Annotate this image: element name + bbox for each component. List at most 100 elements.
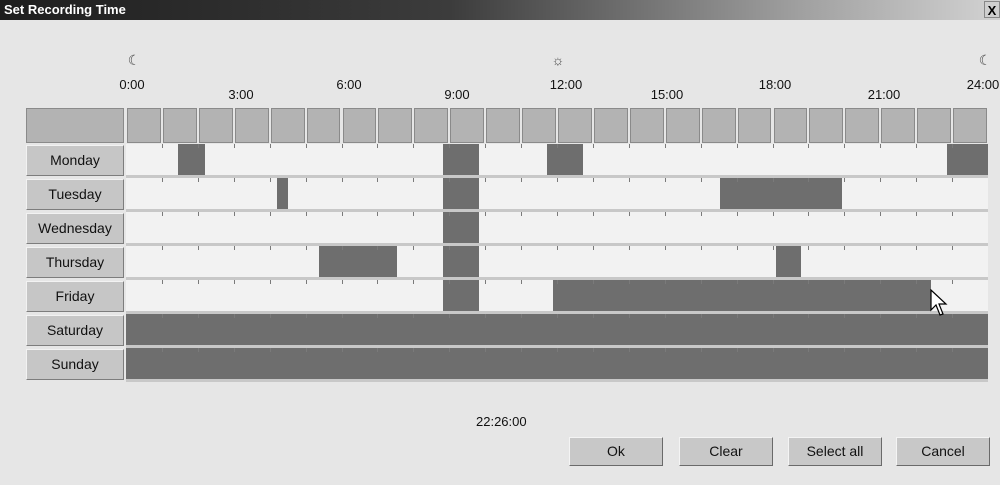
hour-column-header[interactable] — [306, 108, 341, 143]
hour-column-header[interactable] — [629, 108, 664, 143]
hour-tick — [197, 314, 199, 318]
hour-tick — [736, 178, 738, 182]
hour-column-header[interactable] — [701, 108, 736, 143]
recording-block[interactable] — [443, 280, 480, 311]
hour-column-header[interactable] — [593, 108, 628, 143]
hour-tick — [557, 212, 558, 216]
recording-block[interactable] — [178, 144, 206, 175]
hour-tick — [880, 348, 882, 352]
clear-button[interactable]: Clear — [679, 437, 773, 466]
hour-tick — [736, 280, 738, 284]
hour-tick — [772, 178, 774, 182]
day-schedule-row[interactable] — [126, 280, 988, 314]
hour-tick — [341, 280, 343, 284]
day-button-friday[interactable]: Friday — [26, 281, 124, 312]
recording-block[interactable] — [443, 144, 480, 175]
recording-block[interactable] — [443, 178, 480, 209]
hour-tick — [449, 314, 451, 318]
day-button-wednesday[interactable]: Wednesday — [26, 213, 124, 244]
recording-block[interactable] — [547, 144, 584, 175]
time-label: 15:00 — [650, 87, 684, 102]
time-label: 3:00 — [228, 87, 254, 102]
close-button[interactable]: X — [984, 1, 1000, 18]
hour-tick — [161, 246, 163, 250]
day-button-thursday[interactable]: Thursday — [26, 247, 124, 278]
hour-column-header[interactable] — [486, 108, 521, 143]
recording-block[interactable] — [719, 178, 842, 209]
ok-button[interactable]: Ok — [569, 437, 663, 466]
hour-tick — [808, 246, 810, 250]
hour-column-header[interactable] — [234, 108, 269, 143]
hour-tick — [700, 246, 702, 250]
hour-tick — [772, 348, 774, 352]
hour-column-header[interactable] — [378, 108, 413, 143]
hour-tick — [772, 280, 774, 284]
hour-tick — [161, 314, 163, 318]
hour-tick — [485, 144, 487, 148]
hour-tick — [341, 212, 343, 216]
hour-tick — [197, 178, 199, 182]
recording-block[interactable] — [276, 178, 288, 209]
day-button-sunday[interactable]: Sunday — [26, 349, 124, 380]
recording-block[interactable] — [776, 246, 802, 277]
hour-tick — [592, 280, 594, 284]
hour-tick — [413, 280, 415, 284]
hour-tick — [377, 144, 379, 148]
hour-column-header[interactable] — [773, 108, 808, 143]
hour-tick — [952, 280, 954, 284]
day-schedule-row[interactable] — [126, 246, 988, 280]
recording-block[interactable] — [126, 314, 988, 345]
day-schedule-row[interactable] — [126, 314, 988, 348]
hour-tick — [844, 314, 846, 318]
hour-column-header[interactable] — [809, 108, 844, 143]
hour-tick — [449, 348, 451, 352]
hour-column-header[interactable] — [845, 108, 880, 143]
day-schedule-row[interactable] — [126, 348, 988, 382]
hour-column-header[interactable] — [917, 108, 952, 143]
select-all-button[interactable]: Select all — [788, 437, 882, 466]
hour-column-header[interactable] — [342, 108, 377, 143]
day-schedule-row[interactable] — [126, 144, 988, 178]
recording-block[interactable] — [553, 280, 931, 311]
day-button-saturday[interactable]: Saturday — [26, 315, 124, 346]
hour-tick — [952, 144, 954, 148]
cancel-button[interactable]: Cancel — [896, 437, 990, 466]
hour-tick — [772, 144, 774, 148]
recording-block[interactable] — [443, 212, 480, 243]
hour-tick — [305, 348, 307, 352]
hour-tick — [341, 144, 343, 148]
hour-column-header[interactable] — [558, 108, 592, 143]
hour-column-header[interactable] — [450, 108, 485, 143]
hour-column-header[interactable] — [881, 108, 916, 143]
day-button-monday[interactable]: Monday — [26, 145, 124, 176]
hour-tick — [880, 280, 882, 284]
hour-tick — [592, 348, 594, 352]
hour-column-header[interactable] — [414, 108, 449, 143]
hour-column-header[interactable] — [127, 108, 161, 143]
hour-tick — [844, 246, 846, 250]
hour-tick — [736, 144, 738, 148]
hour-column-header[interactable] — [522, 108, 556, 143]
hour-column-header[interactable] — [198, 108, 233, 143]
hour-column-header[interactable] — [665, 108, 700, 143]
hour-tick — [305, 314, 307, 318]
day-schedule-row[interactable] — [126, 212, 988, 246]
hour-column-header[interactable] — [737, 108, 772, 143]
recording-block[interactable] — [126, 348, 988, 379]
hour-tick — [197, 144, 199, 148]
day-schedule-row[interactable] — [126, 178, 988, 212]
hour-column-header[interactable] — [270, 108, 305, 143]
recording-block[interactable] — [443, 246, 480, 277]
hour-tick — [808, 348, 810, 352]
recording-block[interactable] — [318, 246, 397, 277]
recording-block[interactable] — [947, 144, 988, 175]
hour-tick — [844, 212, 846, 216]
hour-tick — [413, 212, 415, 216]
day-button-tuesday[interactable]: Tuesday — [26, 179, 124, 210]
hour-column-header[interactable] — [162, 108, 197, 143]
hour-column-header[interactable] — [953, 108, 987, 143]
hour-tick — [952, 178, 954, 182]
hour-tick — [592, 178, 594, 182]
hour-tick — [772, 314, 774, 318]
hour-tick — [664, 212, 666, 216]
